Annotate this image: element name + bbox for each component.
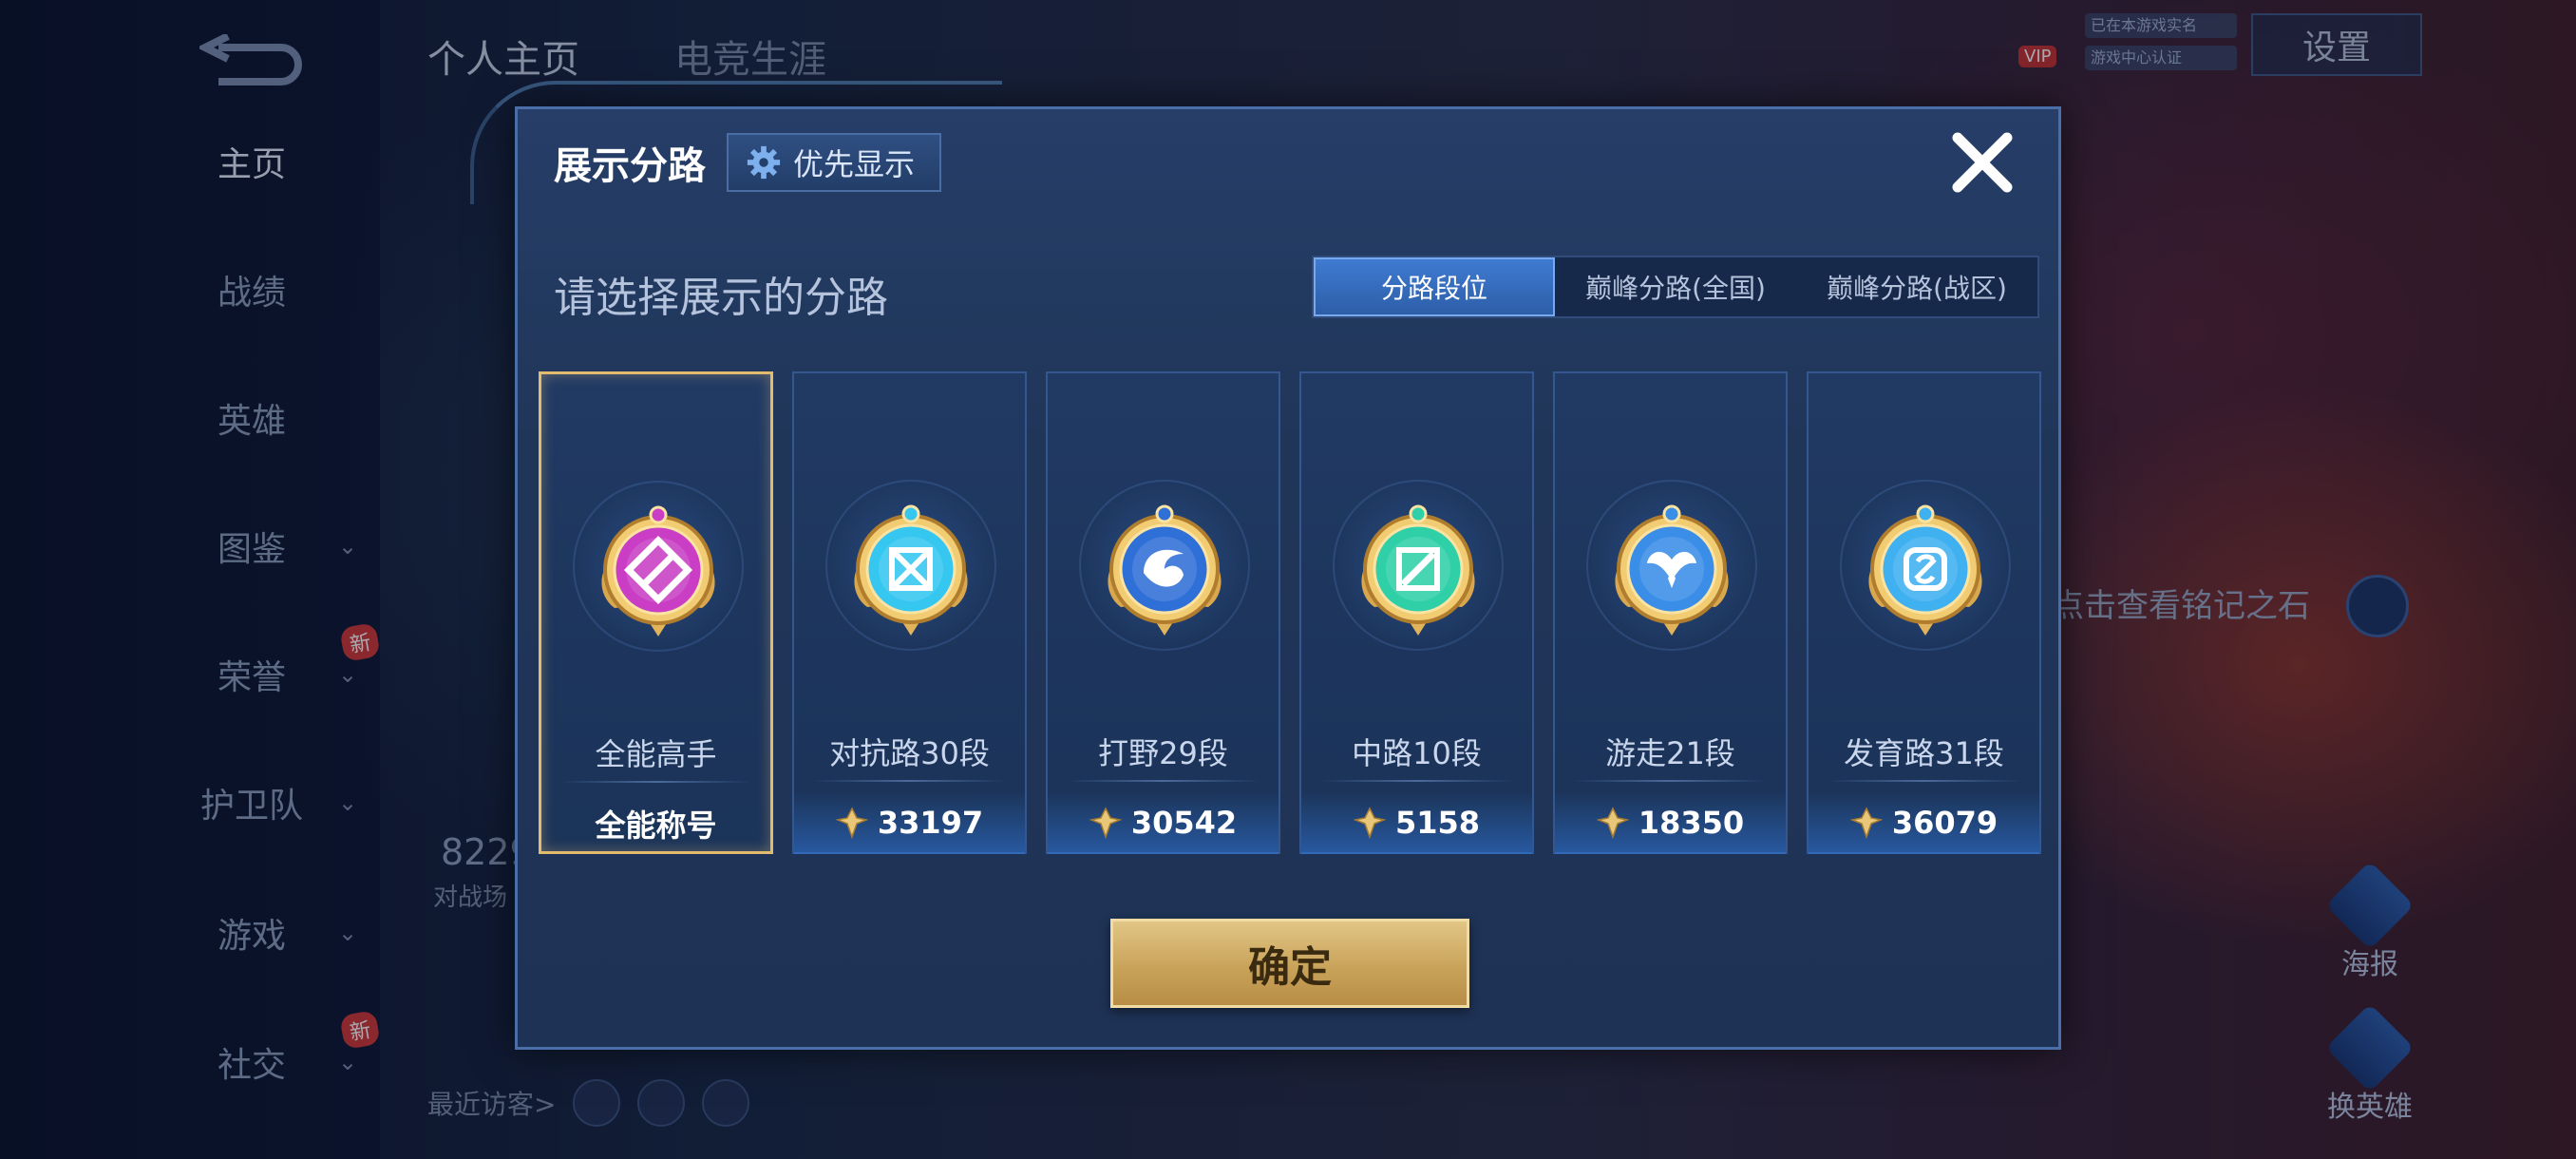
lane-value-text: 36079 bbox=[1891, 805, 1998, 841]
priority-display-button[interactable]: 优先显示 bbox=[727, 133, 942, 192]
lane-points-icon bbox=[1089, 807, 1122, 839]
lane-value-text: 33197 bbox=[877, 805, 984, 841]
close-icon[interactable] bbox=[1944, 124, 2020, 200]
lane-name: 发育路31段 bbox=[1844, 735, 2004, 771]
card-divider bbox=[1067, 780, 1260, 782]
lane-card[interactable]: 对抗路30段 33197 bbox=[792, 371, 1027, 854]
confirm-label: 确定 bbox=[1248, 943, 1332, 992]
dialog-title: 展示分路 bbox=[554, 144, 706, 188]
card-divider bbox=[1574, 780, 1767, 782]
lane-value: 5158 bbox=[1301, 791, 1532, 854]
mid-lane-emblem bbox=[1361, 504, 1475, 636]
farm-lane-emblem bbox=[1868, 504, 1982, 636]
all-round-emblem bbox=[601, 505, 715, 636]
confirm-button[interactable]: 确定 bbox=[1110, 919, 1469, 1008]
emblem-frame bbox=[573, 481, 744, 652]
dialog-subtitle: 请选择展示的分路 bbox=[554, 274, 888, 322]
lane-value-text: 5158 bbox=[1394, 805, 1481, 841]
emblem-frame bbox=[1333, 480, 1504, 651]
lane-points-icon bbox=[1596, 807, 1629, 839]
lane-card[interactable]: 打野29段 30542 bbox=[1046, 371, 1280, 854]
lane-points-icon bbox=[1353, 807, 1386, 839]
lane-value: 18350 bbox=[1555, 791, 1786, 854]
lane-card[interactable]: 发育路31段 36079 bbox=[1807, 371, 2041, 854]
lane-display-dialog: 展示分路 优先显示 请选择展示的分路 分路段位 巅峰分路(全国) 巅峰分路(战区… bbox=[470, 81, 2061, 1050]
lane-name: 游走21段 bbox=[1605, 735, 1735, 771]
lane-value: 33197 bbox=[794, 791, 1025, 854]
lane-name: 对抗路30段 bbox=[829, 735, 990, 771]
dialog-header: 展示分路 优先显示 bbox=[554, 130, 942, 195]
lane-value-text: 全能称号 bbox=[595, 808, 717, 844]
lane-name: 中路10段 bbox=[1352, 735, 1482, 771]
emblem-frame bbox=[1586, 480, 1757, 651]
tab-peak-region[interactable]: 巅峰分路(战区) bbox=[1796, 257, 2037, 316]
lane-value: 全能称号 bbox=[541, 792, 770, 855]
roam-emblem bbox=[1615, 504, 1729, 636]
emblem-frame bbox=[825, 480, 996, 651]
lane-name: 打野29段 bbox=[1098, 735, 1228, 771]
emblem-frame bbox=[1079, 480, 1250, 651]
card-divider bbox=[813, 780, 1006, 782]
lane-value: 30542 bbox=[1048, 791, 1279, 854]
lane-card[interactable]: 游走21段 18350 bbox=[1553, 371, 1788, 854]
card-divider bbox=[1320, 780, 1513, 782]
card-divider bbox=[1828, 780, 2020, 782]
clash-lane-emblem bbox=[854, 504, 968, 636]
emblem-frame bbox=[1840, 480, 2011, 651]
tab-peak-national[interactable]: 巅峰分路(全国) bbox=[1555, 257, 1796, 316]
tab-lane-rank[interactable]: 分路段位 bbox=[1314, 257, 1555, 316]
card-divider bbox=[560, 781, 751, 783]
lane-points-icon bbox=[1849, 807, 1883, 839]
lane-card-list: 全能高手 全能称号 对抗路30段 33197 打野29段 30542 中路10段 5158 游走… bbox=[539, 371, 2043, 854]
lane-points-icon bbox=[835, 807, 868, 839]
gear-icon bbox=[747, 145, 781, 180]
lane-value-text: 30542 bbox=[1130, 805, 1238, 841]
lane-name: 全能高手 bbox=[595, 736, 717, 772]
priority-display-label: 优先显示 bbox=[793, 146, 916, 182]
lane-type-tabs: 分路段位 巅峰分路(全国) 巅峰分路(战区) bbox=[1312, 256, 2039, 318]
lane-card[interactable]: 中路10段 5158 bbox=[1299, 371, 1534, 854]
lane-value-text: 18350 bbox=[1638, 805, 1745, 841]
jungle-emblem bbox=[1108, 504, 1222, 636]
lane-card[interactable]: 全能高手 全能称号 bbox=[539, 371, 773, 854]
lane-value: 36079 bbox=[1809, 791, 2039, 854]
